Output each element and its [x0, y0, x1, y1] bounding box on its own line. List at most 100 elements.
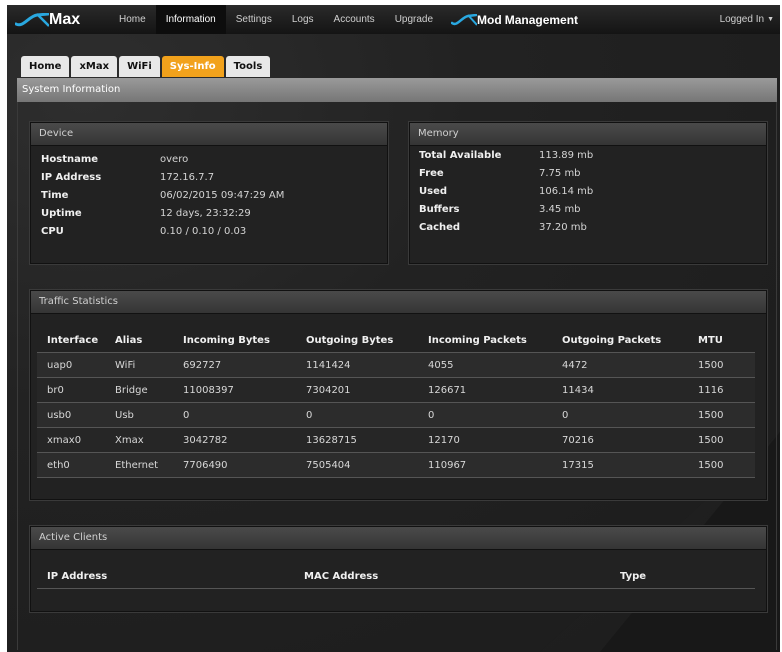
brand-logo[interactable]: Max	[7, 5, 109, 34]
cell-outgoing-bytes: 1141424	[306, 352, 428, 378]
nav-logs[interactable]: Logs	[282, 5, 324, 34]
cell-incoming-bytes: 0	[183, 402, 306, 428]
label: Cached	[419, 222, 461, 233]
traffic-panel-title: Traffic Statistics	[31, 291, 766, 314]
nav-upgrade[interactable]: Upgrade	[385, 5, 443, 34]
label: Buffers	[419, 204, 460, 215]
tab-home[interactable]: Home	[21, 56, 70, 77]
cell-alias: Usb	[115, 402, 183, 428]
logged-in-menu[interactable]: Logged In ▼	[720, 5, 780, 34]
nav-accounts[interactable]: Accounts	[324, 5, 385, 34]
section-title-bar: System Information	[17, 78, 777, 102]
nav-home[interactable]: Home	[109, 5, 156, 34]
col-ip-address: IP Address	[37, 564, 304, 589]
value: overo	[160, 154, 189, 165]
info-tabs: Home xMax WiFi Sys-Info Tools	[21, 56, 271, 77]
label: Total Available	[419, 150, 502, 161]
cell-alias: Bridge	[115, 377, 183, 403]
cell-interface: eth0	[37, 452, 115, 478]
logged-in-label: Logged In	[719, 14, 765, 25]
wave-logo-icon	[15, 12, 49, 27]
label: Hostname	[41, 154, 99, 165]
memory-panel: Memory Total Available 113.89 mb Free 7.…	[409, 122, 767, 264]
table-row: uap0 WiFi 692727 1141424 4055 4472 1500	[37, 352, 755, 378]
device-panel: Device Hostname overo IP Address 172.16.…	[30, 122, 388, 264]
value: 7.75 mb	[539, 168, 581, 179]
value: 37.20 mb	[539, 222, 587, 233]
label: IP Address	[41, 172, 102, 183]
cell-interface: xmax0	[37, 427, 115, 453]
section-title: System Information	[22, 84, 121, 95]
top-navbar: Max Home Information Settings Logs Accou…	[7, 5, 780, 34]
table-row: xmax0 Xmax 3042782 13628715 12170 70216 …	[37, 427, 755, 453]
value: 06/02/2015 09:47:29 AM	[160, 190, 285, 201]
nav-settings[interactable]: Settings	[226, 5, 282, 34]
cell-interface: usb0	[37, 402, 115, 428]
device-panel-title: Device	[31, 123, 387, 146]
cell-outgoing-packets: 17315	[562, 452, 698, 478]
cell-alias: WiFi	[115, 352, 183, 378]
wave-logo-icon	[451, 13, 478, 26]
cell-outgoing-bytes: 7304201	[306, 377, 428, 403]
tab-wifi[interactable]: WiFi	[119, 56, 160, 77]
cell-interface: uap0	[37, 352, 115, 378]
table-header-row: IP Address MAC Address Type	[37, 564, 755, 589]
main-content: Home xMax WiFi Sys-Info Tools System Inf…	[7, 34, 780, 652]
active-clients-panel-title: Active Clients	[31, 527, 766, 550]
cell-incoming-bytes: 692727	[183, 352, 306, 378]
tab-xmax[interactable]: xMax	[71, 56, 118, 77]
cell-outgoing-packets: 11434	[562, 377, 698, 403]
col-outgoing-bytes: Outgoing Bytes	[306, 328, 428, 353]
value: 0.10 / 0.10 / 0.03	[160, 226, 247, 237]
cell-incoming-bytes: 3042782	[183, 427, 306, 453]
col-mtu: MTU	[698, 328, 755, 353]
traffic-table: Interface Alias Incoming Bytes Outgoing …	[37, 328, 755, 478]
cell-incoming-packets: 4055	[428, 352, 562, 378]
col-outgoing-packets: Outgoing Packets	[562, 328, 698, 353]
label: Time	[41, 190, 69, 201]
cell-mtu: 1500	[698, 402, 755, 428]
traffic-panel: Traffic Statistics Interface Alias Incom…	[30, 290, 767, 500]
cell-mtu: 1500	[698, 427, 755, 453]
value: 106.14 mb	[539, 186, 594, 197]
tab-tools[interactable]: Tools	[225, 56, 271, 77]
cell-outgoing-bytes: 7505404	[306, 452, 428, 478]
cell-mtu: 1500	[698, 352, 755, 378]
value: 172.16.7.7	[160, 172, 215, 183]
cell-mtu: 1500	[698, 452, 755, 478]
value: 3.45 mb	[539, 204, 581, 215]
table-row: br0 Bridge 11008397 7304201 126671 11434…	[37, 377, 755, 403]
cell-outgoing-packets: 0	[562, 402, 698, 428]
cell-incoming-bytes: 11008397	[183, 377, 306, 403]
table-header-row: Interface Alias Incoming Bytes Outgoing …	[37, 328, 755, 353]
cell-mtu: 1116	[698, 377, 755, 403]
value: 12 days, 23:32:29	[160, 208, 251, 219]
cell-outgoing-packets: 4472	[562, 352, 698, 378]
col-interface: Interface	[37, 328, 115, 353]
table-row: eth0 Ethernet 7706490 7505404 110967 173…	[37, 452, 755, 478]
label: Uptime	[41, 208, 82, 219]
label: CPU	[41, 226, 64, 237]
caret-down-icon: ▼	[767, 16, 774, 23]
xmod-brand-name: Mod	[477, 12, 502, 27]
active-clients-table: IP Address MAC Address Type	[37, 564, 755, 589]
active-clients-panel: Active Clients IP Address MAC Address Ty…	[30, 526, 767, 612]
value: 113.89 mb	[539, 150, 594, 161]
col-mac-address: MAC Address	[304, 564, 620, 589]
management-label: Management	[504, 12, 579, 27]
col-incoming-packets: Incoming Packets	[428, 328, 562, 353]
cell-incoming-packets: 126671	[428, 377, 562, 403]
tab-sys-info[interactable]: Sys-Info	[161, 56, 224, 77]
label: Used	[419, 186, 448, 197]
nav-information[interactable]: Information	[155, 5, 226, 34]
cell-incoming-packets: 12170	[428, 427, 562, 453]
cell-incoming-packets: 110967	[428, 452, 562, 478]
cell-outgoing-bytes: 13628715	[306, 427, 428, 453]
col-alias: Alias	[115, 328, 183, 353]
cell-outgoing-packets: 70216	[562, 427, 698, 453]
cell-alias: Xmax	[115, 427, 183, 453]
label: Free	[419, 168, 444, 179]
memory-panel-title: Memory	[410, 123, 766, 146]
xmod-management-logo: Mod Management	[451, 5, 578, 34]
cell-interface: br0	[37, 377, 115, 403]
